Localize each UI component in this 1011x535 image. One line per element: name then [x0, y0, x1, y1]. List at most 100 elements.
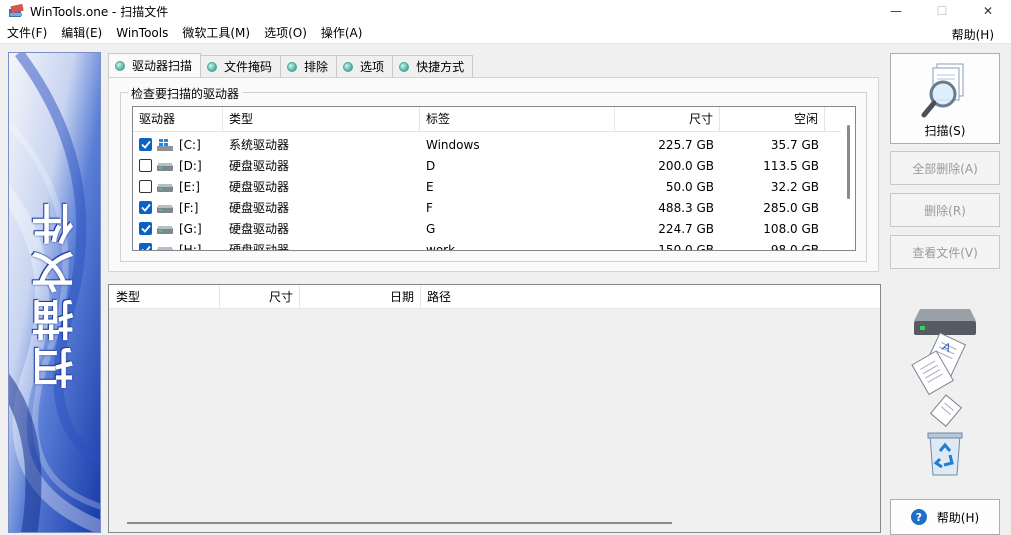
app-logo-icon	[9, 3, 24, 17]
menu-options[interactable]: 选项(O)	[257, 24, 314, 41]
close-button[interactable]: ✕	[965, 0, 1011, 22]
menu-edit[interactable]: 编辑(E)	[54, 24, 109, 41]
menu-wintools[interactable]: WinTools	[109, 26, 175, 40]
drive-type: 硬盘驱动器	[229, 222, 290, 236]
menu-help[interactable]: 帮助(H)	[945, 26, 1001, 43]
results-list[interactable]: 类型 尺寸 日期 路径	[108, 284, 881, 533]
drive-label: D	[426, 158, 436, 173]
menu-bar: 文件(F) 编辑(E) WinTools 微软工具(M) 选项(O) 操作(A)…	[0, 22, 1011, 44]
drive-checkbox[interactable]	[139, 222, 152, 235]
drive-checkbox[interactable]	[139, 243, 152, 250]
drive-type: 硬盘驱动器	[229, 159, 290, 173]
checkmark-icon	[141, 245, 151, 250]
drive-row[interactable]: [F:] 硬盘驱动器 F 488.3 GB 285.0 GB	[133, 197, 843, 218]
tab-strip: 驱动器扫描 文件掩码 排除 选项 快捷方式	[108, 53, 474, 77]
tab-label: 文件掩码	[224, 60, 273, 74]
results-horizontal-scrollbar[interactable]	[127, 522, 672, 524]
delete-button[interactable]: 删除(R)	[890, 193, 1000, 227]
drive-cell: [F:]	[133, 201, 223, 215]
tab-label: 快捷方式	[416, 60, 465, 74]
hard-drive-icon	[157, 204, 173, 213]
help-button[interactable]: ? 帮助(H)	[890, 499, 1000, 535]
title-bar: WinTools.one - 扫描文件 — ☐ ✕	[0, 0, 1011, 22]
tab-options[interactable]: 选项	[336, 55, 394, 77]
checkmark-icon	[140, 203, 151, 212]
results-header: 类型 尺寸 日期 路径	[109, 285, 880, 309]
drive-type: 硬盘驱动器	[229, 180, 290, 194]
drive-cell: [G:]	[133, 222, 223, 236]
drive-row[interactable]: [G:] 硬盘驱动器 G 224.7 GB 108.0 GB	[133, 218, 843, 239]
drive-checkbox[interactable]	[139, 201, 152, 214]
column-header-path[interactable]: 路径	[421, 285, 880, 309]
drive-cell: [C:]	[133, 138, 223, 152]
drive-row[interactable]: [E:] 硬盘驱动器 E 50.0 GB 32.2 GB	[133, 176, 843, 197]
drive-label: work	[426, 242, 456, 251]
drive-size: 225.7 GB	[658, 137, 714, 152]
drive-checkbox[interactable]	[139, 180, 152, 193]
scan-button[interactable]: 扫描(S)	[890, 53, 1000, 144]
drive-letter: [C:]	[179, 137, 201, 152]
drive-checkbox[interactable]	[139, 138, 152, 151]
tab-bullet-icon	[399, 61, 410, 72]
drive-cell: [E:]	[133, 180, 223, 194]
document-icon	[929, 394, 963, 427]
hard-drive-icon	[157, 162, 173, 171]
menu-microsoft-tools[interactable]: 微软工具(M)	[175, 24, 257, 41]
tab-file-mask[interactable]: 文件掩码	[200, 55, 282, 77]
drive-row[interactable]: [D:] 硬盘驱动器 D 200.0 GB 113.5 GB	[133, 155, 843, 176]
menu-actions[interactable]: 操作(A)	[314, 24, 370, 41]
recycle-bin-icon	[927, 432, 963, 476]
checkmark-icon	[140, 140, 151, 149]
hard-drive-icon	[157, 183, 173, 192]
drive-cell: [D:]	[133, 159, 223, 173]
drive-type: 硬盘驱动器	[229, 201, 290, 215]
minimize-button[interactable]: —	[873, 0, 919, 22]
tab-shortcuts[interactable]: 快捷方式	[392, 55, 474, 77]
tab-bullet-icon	[115, 60, 125, 71]
drive-cell: [H:]	[133, 242, 223, 251]
drive-free: 32.2 GB	[770, 179, 819, 194]
drive-letter: [G:]	[179, 221, 202, 236]
windows-drive-icon	[157, 138, 173, 151]
tab-label: 选项	[360, 60, 385, 74]
drive-row[interactable]: [H:] 硬盘驱动器 work 150.0 GB 98.0 GB	[133, 239, 843, 251]
column-header-type[interactable]: 类型	[223, 107, 420, 132]
column-header-type[interactable]: 类型	[109, 285, 220, 309]
column-header-size[interactable]: 尺寸	[220, 285, 300, 309]
tab-bullet-icon	[343, 61, 354, 72]
tab-exclude[interactable]: 排除	[280, 55, 338, 77]
column-header-date[interactable]: 日期	[300, 285, 421, 309]
column-header-free[interactable]: 空闲	[720, 107, 825, 132]
drive-checkbox[interactable]	[139, 159, 152, 172]
drive-size: 200.0 GB	[658, 158, 714, 173]
drive-row[interactable]: [C:] 系统驱动器 Windows 225.7 GB 35.7 GB	[133, 134, 843, 155]
drive-size: 50.0 GB	[665, 179, 714, 194]
tab-label: 驱动器扫描	[132, 59, 193, 73]
menu-file[interactable]: 文件(F)	[0, 24, 54, 41]
window-controls: — ☐ ✕	[873, 0, 1011, 22]
drive-letter: [H:]	[179, 242, 202, 251]
tab-drive-scan[interactable]: 驱动器扫描	[108, 53, 202, 77]
column-header-size[interactable]: 尺寸	[615, 107, 720, 132]
checkmark-icon	[140, 224, 151, 233]
drives-group: 检查要扫描的驱动器 驱动器 类型 标签 尺寸 空闲 [C:] 系统驱动器 Windo…	[120, 85, 867, 262]
maximize-button[interactable]: ☐	[919, 0, 965, 22]
column-header-drive[interactable]: 驱动器	[133, 107, 223, 132]
drive-free: 108.0 GB	[763, 221, 819, 236]
drive-size: 224.7 GB	[658, 221, 714, 236]
window-title: WinTools.one - 扫描文件	[30, 4, 169, 19]
drive-free: 113.5 GB	[763, 158, 819, 173]
disk-to-recycle-illustration: A	[911, 309, 976, 476]
drive-list[interactable]: 驱动器 类型 标签 尺寸 空闲 [C:] 系统驱动器 Windows 225.7 GB…	[132, 106, 856, 251]
drive-letter: [D:]	[179, 158, 202, 173]
drive-free: 35.7 GB	[770, 137, 819, 152]
drive-label: F	[426, 200, 433, 215]
view-files-button[interactable]: 查看文件(V)	[890, 235, 1000, 269]
hard-drive-icon	[157, 225, 173, 234]
drive-scan-panel: 检查要扫描的驱动器 驱动器 类型 标签 尺寸 空闲 [C:] 系统驱动器 Windo…	[108, 77, 879, 272]
column-header-label[interactable]: 标签	[420, 107, 615, 132]
drive-list-scrollbar[interactable]	[841, 107, 855, 250]
hard-disk-icon	[914, 309, 976, 335]
scrollbar-thumb[interactable]	[847, 125, 850, 199]
delete-all-button[interactable]: 全部删除(A)	[890, 151, 1000, 185]
